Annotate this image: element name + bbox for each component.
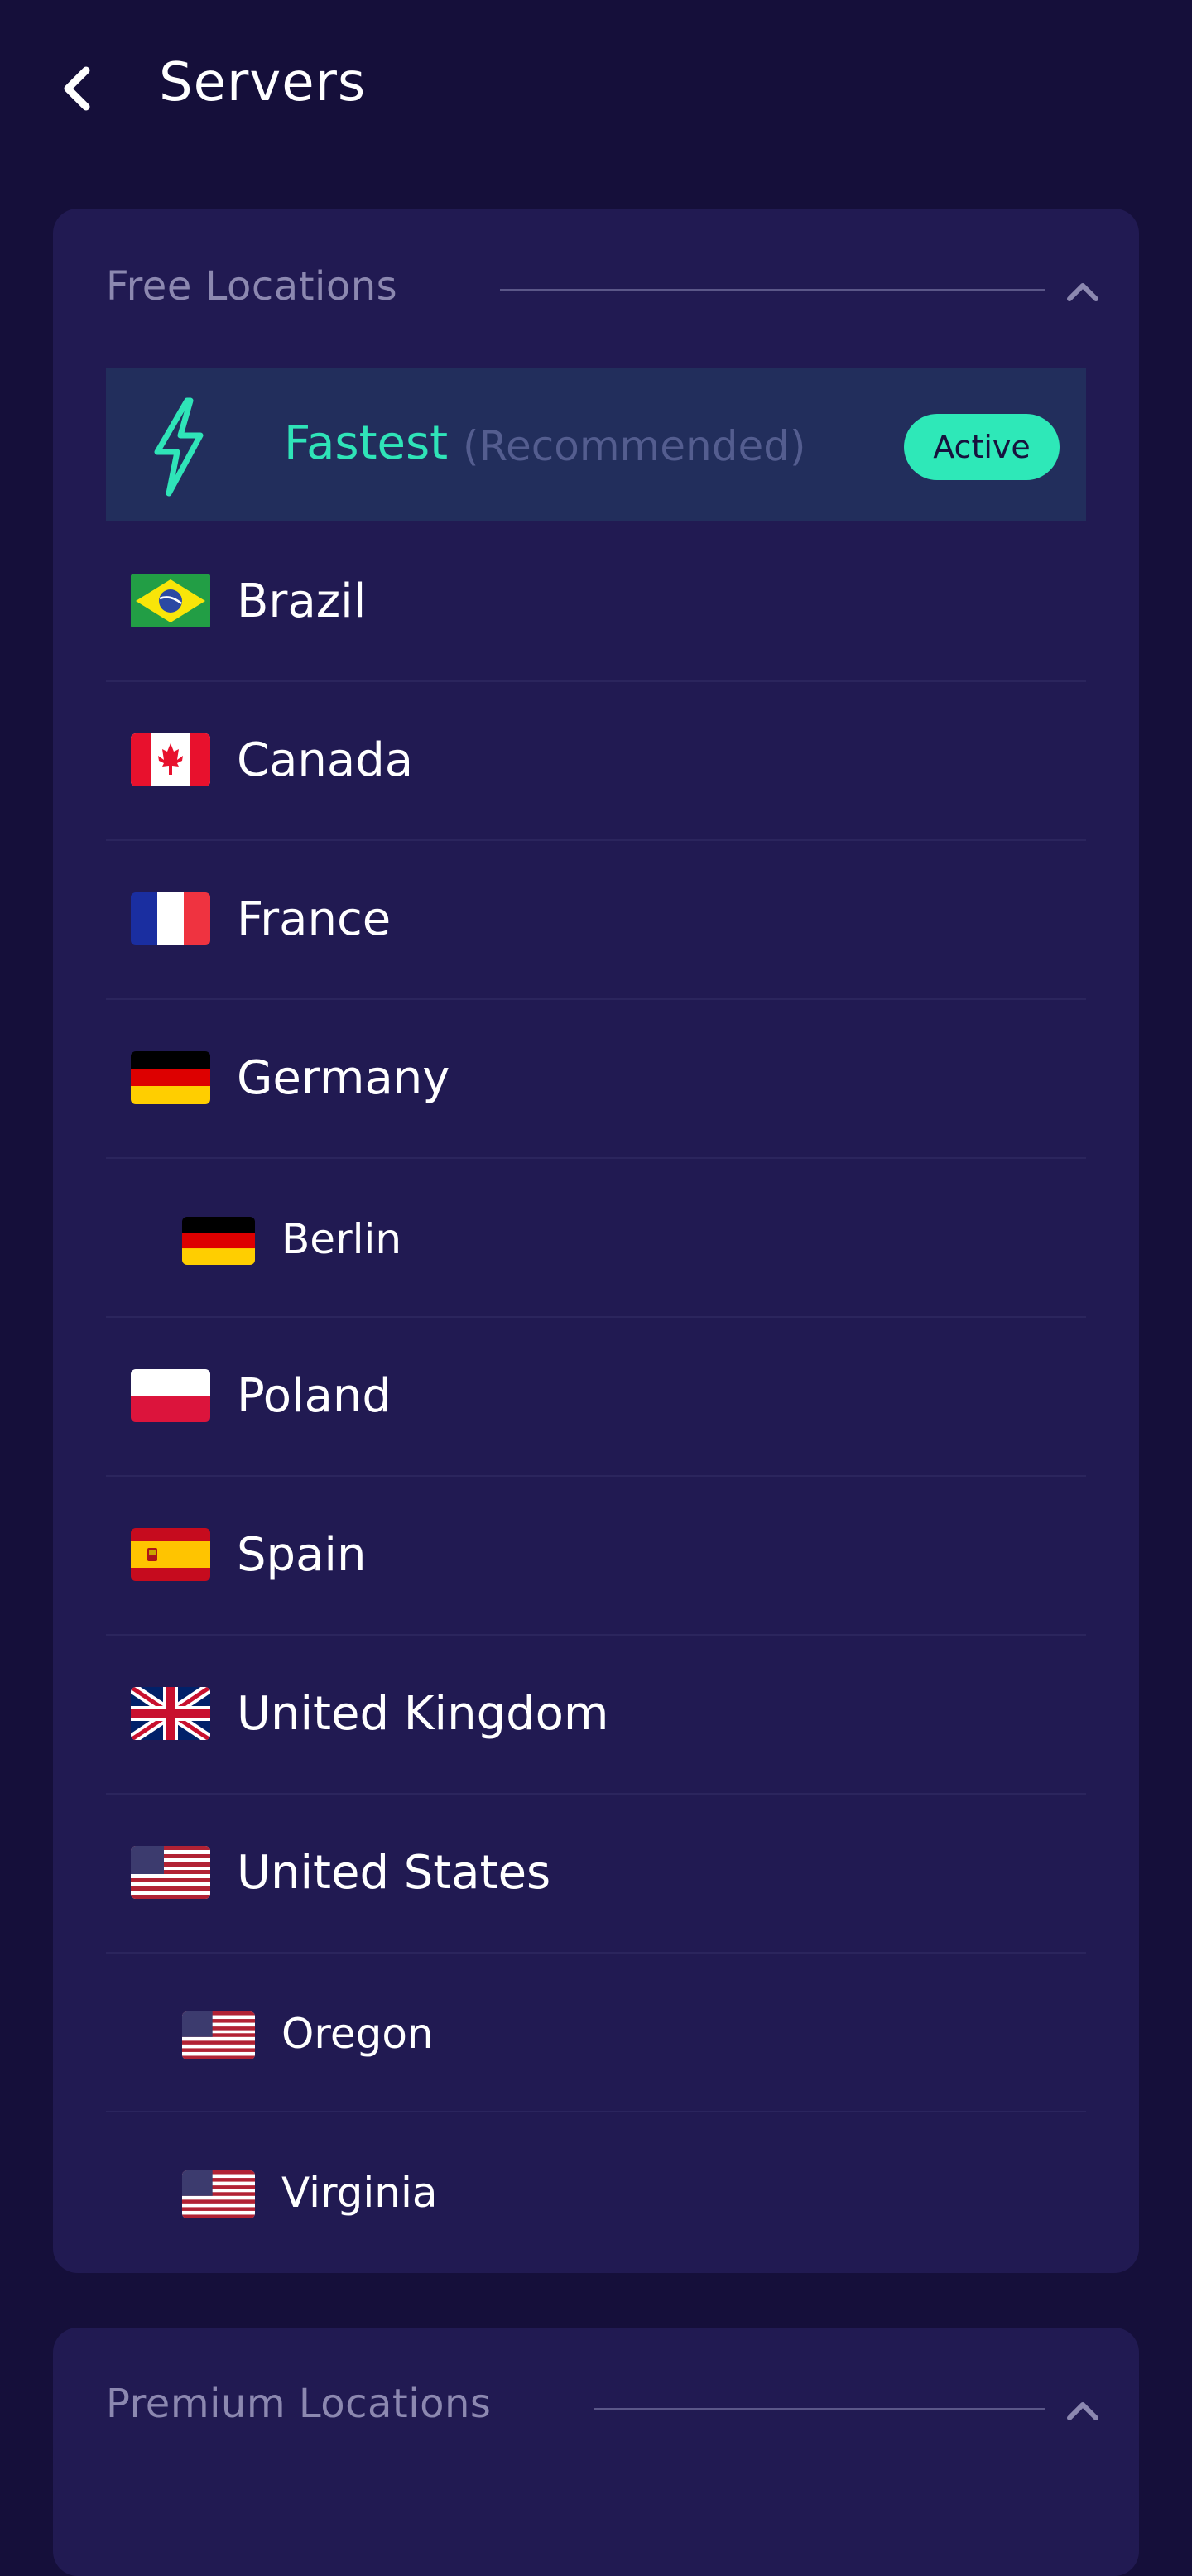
location-label: Spain xyxy=(237,1528,367,1582)
usa-flag-icon xyxy=(182,2011,255,2059)
lightning-bolt-icon xyxy=(154,397,204,497)
premium-locations-header[interactable]: Premium Locations xyxy=(106,2328,1139,2485)
location-row-berlin[interactable]: Berlin xyxy=(106,1157,1086,1318)
location-row-canada[interactable]: Canada xyxy=(106,680,1086,841)
collapse-free-button[interactable] xyxy=(1056,265,1109,318)
location-row-virginia[interactable]: Virginia xyxy=(106,2111,1086,2270)
location-row-brazil[interactable]: Brazil xyxy=(106,521,1086,682)
location-label: Oregon xyxy=(281,2010,434,2058)
location-label: United Kingdom xyxy=(237,1687,609,1741)
page-title: Servers xyxy=(159,52,367,113)
location-row-france[interactable]: France xyxy=(106,839,1086,1000)
location-row-poland[interactable]: Poland xyxy=(106,1316,1086,1477)
chevron-up-icon xyxy=(1067,2402,1098,2420)
germany-flag-icon xyxy=(131,1051,210,1104)
germany-flag-icon xyxy=(182,1217,255,1265)
location-label: United States xyxy=(237,1846,551,1900)
location-row-united-kingdom[interactable]: United Kingdom xyxy=(106,1634,1086,1795)
location-label: Poland xyxy=(237,1369,392,1423)
section-title-free: Free Locations xyxy=(106,263,398,310)
location-label: Germany xyxy=(237,1051,450,1105)
premium-locations-card: Premium Locations xyxy=(53,2328,1139,2576)
usa-flag-icon xyxy=(131,1846,210,1899)
location-label: Brazil xyxy=(237,574,367,628)
chevron-left-icon xyxy=(64,66,90,111)
france-flag-icon xyxy=(131,892,210,945)
brazil-flag-icon xyxy=(131,574,210,627)
uk-flag-icon xyxy=(131,1687,210,1740)
location-row-oregon[interactable]: Oregon xyxy=(106,1952,1086,2112)
location-label: France xyxy=(237,892,392,946)
location-label: Berlin xyxy=(281,1215,402,1263)
location-row-united-states[interactable]: United States xyxy=(106,1793,1086,1954)
location-label: Canada xyxy=(237,733,414,787)
free-locations-header[interactable]: Free Locations xyxy=(106,209,1139,366)
poland-flag-icon xyxy=(131,1369,210,1422)
spain-flag-icon xyxy=(131,1528,210,1581)
divider-line xyxy=(500,289,1045,291)
collapse-premium-button[interactable] xyxy=(1056,2384,1109,2437)
back-button[interactable] xyxy=(53,60,103,118)
fastest-server-row[interactable]: Fastest (Recommended) Active xyxy=(106,368,1086,521)
location-row-germany[interactable]: Germany xyxy=(106,998,1086,1159)
chevron-up-icon xyxy=(1067,283,1098,301)
divider-line xyxy=(594,2408,1045,2410)
active-badge: Active xyxy=(904,414,1060,480)
location-row-spain[interactable]: Spain xyxy=(106,1475,1086,1636)
fastest-label: Fastest xyxy=(284,416,449,470)
location-label: Virginia xyxy=(281,2169,438,2217)
canada-flag-icon xyxy=(131,733,210,786)
usa-flag-icon xyxy=(182,2170,255,2218)
section-title-premium: Premium Locations xyxy=(106,2381,492,2427)
top-app-bar: Servers xyxy=(0,0,1192,174)
free-locations-card: Free Locations Fastest (Recommended) Act… xyxy=(53,209,1139,2273)
recommended-label: (Recommended) xyxy=(463,422,806,470)
